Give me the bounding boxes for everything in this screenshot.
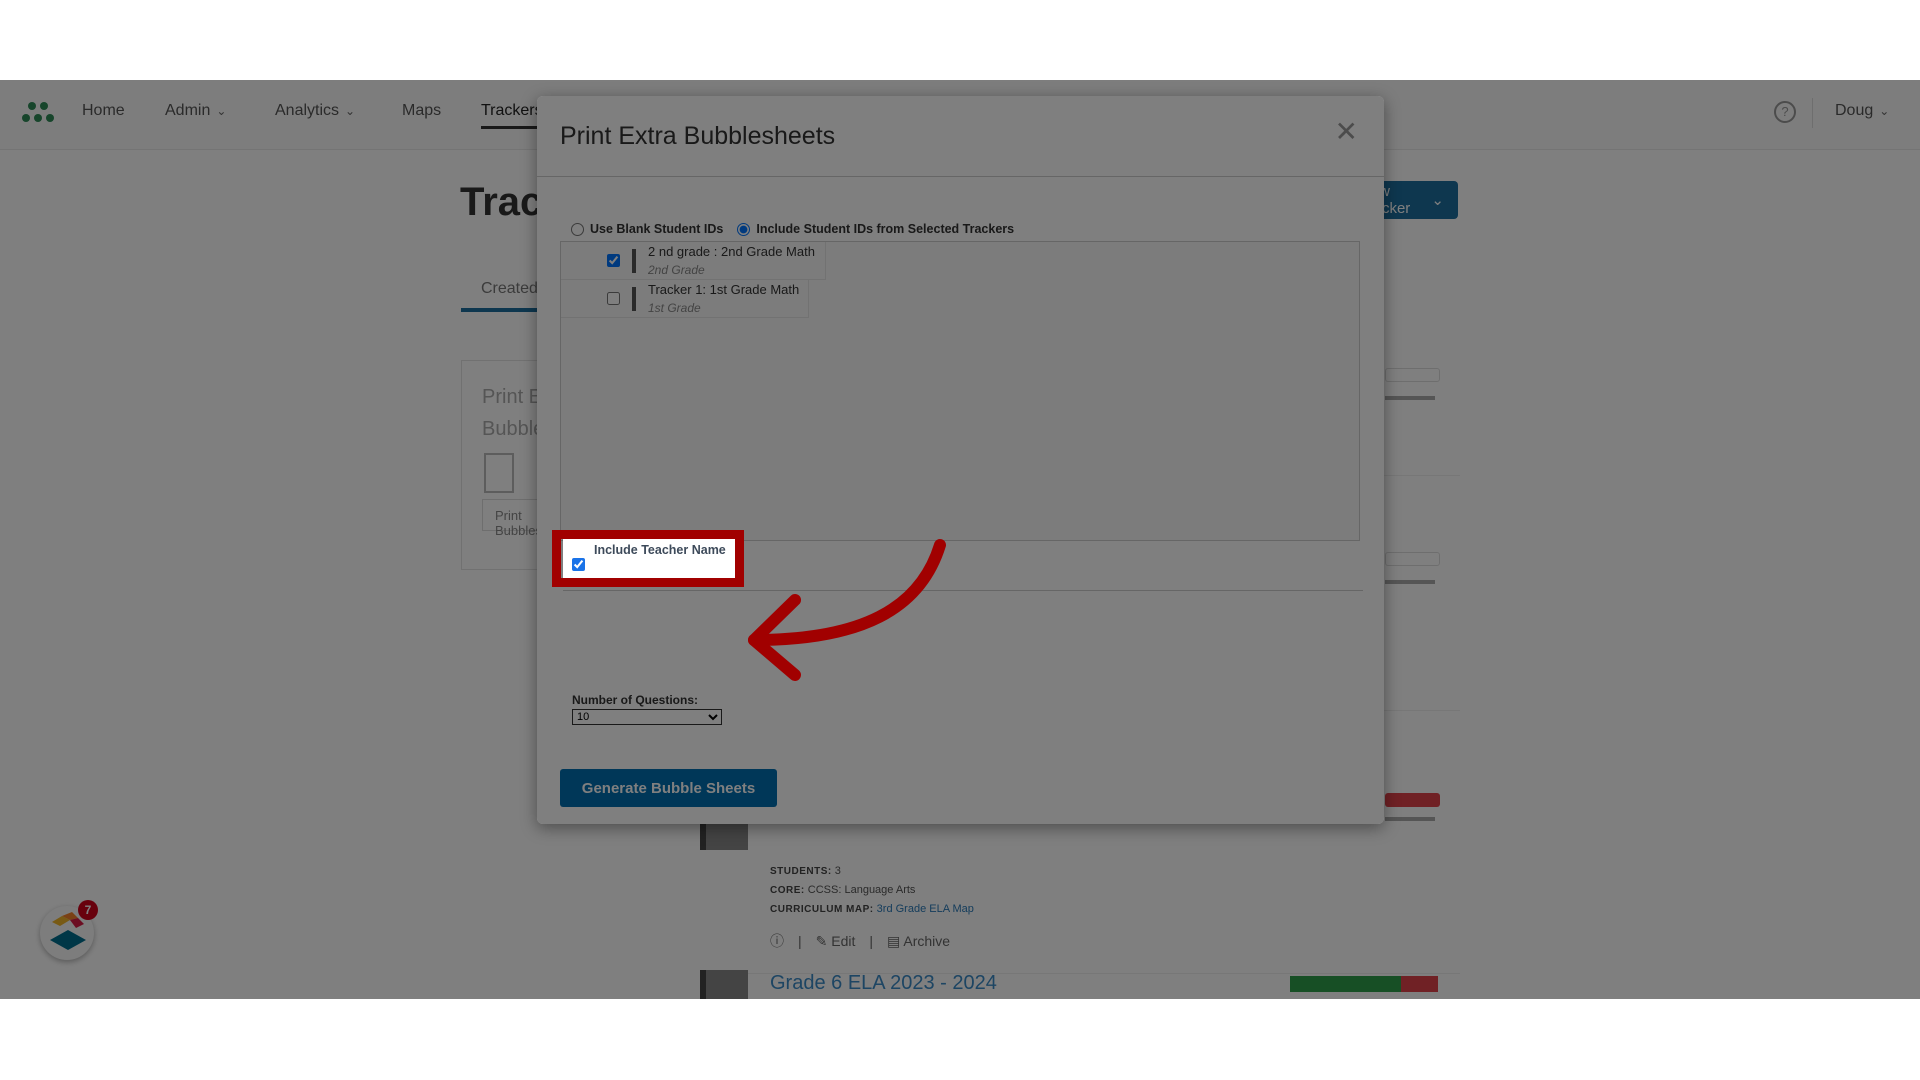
tracker-selection-list[interactable]: 2 nd grade : 2nd Grade Math 2nd Grade Tr… (560, 241, 1360, 541)
tracker-grade: 1st Grade (648, 300, 701, 315)
tracker-checkbox[interactable] (607, 254, 620, 267)
number-of-questions-select[interactable]: 10 (572, 709, 722, 725)
tracker-checkbox[interactable] (607, 292, 620, 305)
radio-tracker-ids-input[interactable] (737, 222, 751, 236)
radio-label: Include Student IDs from Selected Tracke… (756, 222, 1015, 236)
tracker-option[interactable]: Tracker 1: 1st Grade Math 1st Grade (561, 280, 809, 318)
print-bubblesheets-modal: Print Extra Bubblesheets ✕ Use Blank Stu… (537, 96, 1384, 824)
close-icon[interactable]: ✕ (1335, 118, 1358, 146)
tracker-name: Tracker 1: 1st Grade Math (648, 281, 800, 297)
tracker-color-bar (632, 286, 636, 311)
generate-bubble-sheets-button[interactable]: Generate Bubble Sheets (560, 769, 777, 807)
radio-tracker-ids[interactable]: Include Student IDs from Selected Tracke… (737, 222, 1014, 236)
annotation-arrow-icon (748, 539, 946, 681)
radio-blank-ids-input[interactable] (571, 222, 584, 236)
app-viewport: Home Admin⌄ Analytics⌄ Maps Trackers ? D… (0, 80, 1920, 999)
radio-blank-ids[interactable]: Use Blank Student IDs (571, 222, 723, 236)
tracker-option[interactable]: 2 nd grade : 2nd Grade Math 2nd Grade (561, 242, 826, 280)
radio-label: Use Blank Student IDs (590, 222, 724, 236)
tracker-color-bar (632, 248, 636, 273)
modal-title: Print Extra Bubblesheets (560, 122, 836, 150)
modal-header: Print Extra Bubblesheets ✕ (537, 96, 1384, 177)
highlight-box (552, 530, 744, 587)
number-of-questions-label: Number of Questions: (572, 693, 699, 707)
student-id-options: Use Blank Student IDs Include Student ID… (571, 222, 1028, 236)
tracker-grade: 2nd Grade (648, 262, 705, 277)
tracker-name: 2 nd grade : 2nd Grade Math (648, 243, 815, 259)
